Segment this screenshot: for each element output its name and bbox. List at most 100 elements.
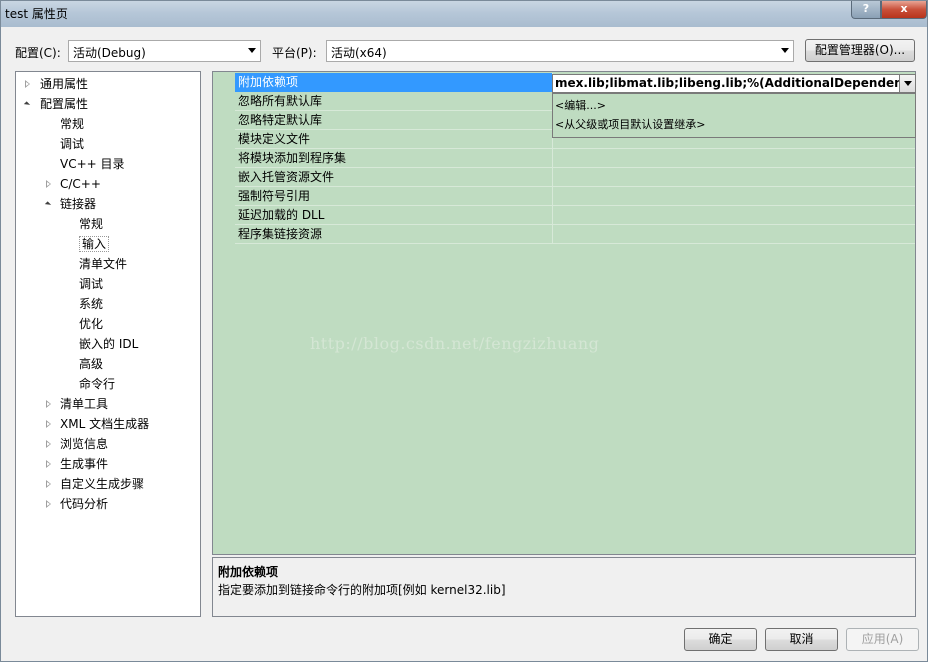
property-row[interactable]: 强制符号引用: [235, 187, 915, 206]
help-button[interactable]: ?: [851, 1, 881, 19]
tree-item[interactable]: 优化: [79, 315, 103, 333]
value-dropdown-list: <编辑...> <从父级或项目默认设置继承>: [552, 93, 916, 138]
tree-item[interactable]: 通用属性: [25, 75, 89, 93]
tree-item-label: 高级: [79, 357, 104, 371]
chevron-down-icon: [781, 48, 789, 53]
apply-button[interactable]: 应用(A): [846, 628, 919, 651]
expand-arrow-icon[interactable]: [46, 420, 51, 428]
tree-item-label: C/C++: [60, 177, 101, 191]
tree-item[interactable]: XML 文档生成器: [46, 415, 150, 433]
tree-item-label: 配置属性: [40, 97, 89, 111]
tree-item-label: 生成事件: [60, 457, 109, 471]
ok-button[interactable]: 确定: [684, 628, 757, 651]
tree-item[interactable]: 常规: [60, 115, 84, 133]
value-dropdown-button[interactable]: [899, 75, 915, 92]
tree-item[interactable]: 常规: [79, 215, 103, 233]
tree-item-label: 链接器: [60, 197, 97, 211]
tree-item-label: 输入: [79, 236, 110, 252]
platform-value: 活动(x64): [331, 46, 387, 60]
tree-item-label: 清单文件: [79, 257, 128, 271]
tree-item-label: XML 文档生成器: [60, 417, 150, 431]
property-row[interactable]: 程序集链接资源: [235, 225, 915, 244]
config-manager-button[interactable]: 配置管理器(O)...: [805, 39, 915, 62]
property-name: 延迟加载的 DLL: [235, 206, 553, 225]
tree-item[interactable]: 高级: [79, 355, 103, 373]
description-text: 指定要添加到链接命令行的附加项[例如 kernel32.lib]: [218, 583, 506, 597]
property-value[interactable]: [554, 149, 915, 168]
grid-gutter: [213, 72, 235, 242]
chevron-down-icon: [248, 48, 256, 53]
tree-item-label: 调试: [60, 137, 85, 151]
tree-item[interactable]: 输入: [79, 235, 110, 253]
platform-label: 平台(P):: [272, 46, 317, 60]
expand-arrow-icon[interactable]: [46, 460, 51, 468]
collapse-arrow-icon[interactable]: [23, 101, 31, 108]
property-value[interactable]: [554, 168, 915, 187]
tree-item[interactable]: 系统: [79, 295, 103, 313]
cancel-button[interactable]: 取消: [765, 628, 838, 651]
tree-item[interactable]: 命令行: [79, 375, 115, 393]
property-row[interactable]: 延迟加载的 DLL: [235, 206, 915, 225]
tree-item[interactable]: 嵌入的 IDL: [79, 335, 138, 353]
property-value[interactable]: [554, 225, 915, 244]
property-value[interactable]: [554, 206, 915, 225]
config-value: 活动(Debug): [73, 46, 146, 60]
tree-item-label: 自定义生成步骤: [60, 477, 145, 491]
dropdown-item-edit[interactable]: <编辑...>: [555, 97, 606, 115]
watermark: http://blog.csdn.net/fengzizhuang: [310, 334, 600, 353]
expand-arrow-icon[interactable]: [46, 400, 51, 408]
property-row[interactable]: 嵌入托管资源文件: [235, 168, 915, 187]
property-name: 嵌入托管资源文件: [235, 168, 553, 187]
expand-arrow-icon[interactable]: [46, 180, 51, 188]
dependencies-value-field[interactable]: mex.lib;libmat.lib;libeng.lib;%(Addition…: [552, 74, 916, 93]
tree-item-label: 浏览信息: [60, 437, 109, 451]
tree-item-label: 通用属性: [40, 77, 89, 91]
tree-item[interactable]: 调试: [79, 275, 103, 293]
expand-arrow-icon[interactable]: [25, 80, 30, 88]
tree-item-label: 系统: [79, 297, 104, 311]
tree-item[interactable]: 链接器: [44, 195, 97, 213]
tree-item[interactable]: 生成事件: [46, 455, 109, 473]
tree-item[interactable]: 清单工具: [46, 395, 109, 413]
expand-arrow-icon[interactable]: [46, 500, 51, 508]
tree-item[interactable]: 配置属性: [23, 95, 89, 113]
property-grid[interactable]: 附加依赖项 忽略所有默认库 忽略特定默认库 模块定义文件 将模块添加到程序集 嵌入托管资源…: [212, 71, 916, 555]
description-panel: 附加依赖项 指定要添加到链接命令行的附加项[例如 kernel32.lib]: [212, 557, 916, 617]
tree-item-label: 清单工具: [60, 397, 109, 411]
dropdown-item-inherit[interactable]: <从父级或项目默认设置继承>: [555, 116, 705, 134]
tree-item-label: 常规: [79, 217, 104, 231]
property-name: 程序集链接资源: [235, 225, 553, 244]
tree-item-label: 代码分析: [60, 497, 109, 511]
property-tree[interactable]: 通用属性 配置属性 常规 调试 VC++ 目录 C/C++ 链接器 常规 输入 清单文件 调试 系统优…: [15, 71, 201, 617]
property-name: 忽略所有默认库: [235, 92, 553, 111]
tree-item[interactable]: 调试: [60, 135, 84, 153]
property-row[interactable]: 将模块添加到程序集: [235, 149, 915, 168]
expand-arrow-icon[interactable]: [46, 440, 51, 448]
config-label: 配置(C):: [15, 46, 61, 60]
tree-item-label: VC++ 目录: [60, 157, 125, 171]
close-button[interactable]: x: [881, 1, 927, 19]
expand-arrow-icon[interactable]: [46, 480, 51, 488]
window-title: test 属性页: [5, 7, 68, 21]
property-name: 附加依赖项: [235, 73, 553, 92]
tree-item[interactable]: 浏览信息: [46, 435, 109, 453]
platform-select[interactable]: 活动(x64): [326, 40, 794, 62]
tree-item[interactable]: 自定义生成步骤: [46, 475, 145, 493]
title-bar[interactable]: test 属性页 ? x: [1, 1, 927, 27]
tree-item-label: 常规: [60, 117, 85, 131]
description-title: 附加依赖项: [218, 565, 279, 579]
tree-item[interactable]: 代码分析: [46, 495, 109, 513]
property-pages-window: test 属性页 ? x 配置(C): 活动(Debug) 平台(P): 活动(…: [0, 0, 928, 662]
property-name: 模块定义文件: [235, 130, 553, 149]
tree-item[interactable]: 清单文件: [79, 255, 127, 273]
tree-item[interactable]: VC++ 目录: [60, 155, 125, 173]
tree-item-label: 调试: [79, 277, 104, 291]
property-name: 忽略特定默认库: [235, 111, 553, 130]
tree-item-label: 优化: [79, 317, 104, 331]
tree-item[interactable]: C/C++: [46, 175, 101, 193]
property-value[interactable]: [554, 187, 915, 206]
tree-item-label: 嵌入的 IDL: [79, 337, 139, 351]
config-select[interactable]: 活动(Debug): [68, 40, 261, 62]
collapse-arrow-icon[interactable]: [44, 201, 52, 208]
property-name: 将模块添加到程序集: [235, 149, 553, 168]
